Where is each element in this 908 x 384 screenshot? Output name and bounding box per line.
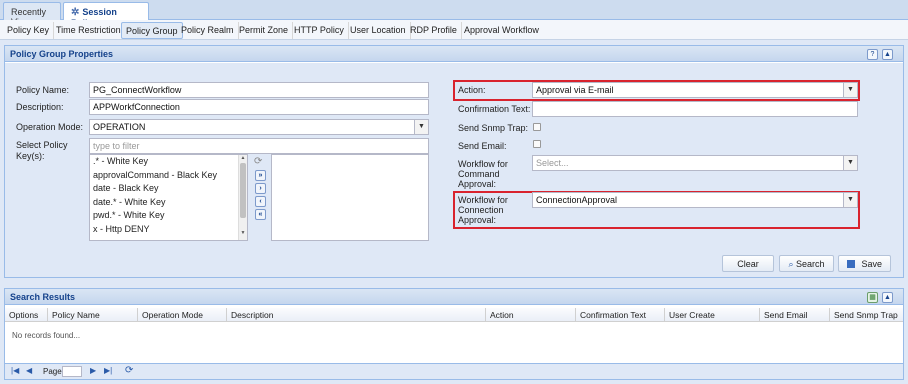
list-item[interactable]: .* - White Key xyxy=(90,155,247,169)
pagination-toolbar: |◀ ◀ Page ▶ ▶| ⟳ xyxy=(5,363,903,379)
subtab-time-restriction[interactable]: Time Restriction xyxy=(52,22,126,39)
search-results-title: Search Results xyxy=(5,289,903,305)
available-keys-list[interactable]: .* - White Key approvalCommand - Black K… xyxy=(89,154,248,241)
policy-subtab-bar: Policy Key Time Restriction Policy Group… xyxy=(0,20,908,40)
collapse-up-icon[interactable]: ▲ xyxy=(882,292,893,303)
description-input[interactable]: APPWorkfConnection xyxy=(89,99,429,115)
first-page-icon[interactable]: |◀ xyxy=(11,366,19,375)
subtab-policy-realm[interactable]: Policy Realm xyxy=(177,22,239,39)
key-filter-input[interactable]: type to filter xyxy=(89,138,429,154)
tab-recently-view[interactable]: Recently View xyxy=(3,2,61,27)
subtab-rdp-profile[interactable]: RDP Profile xyxy=(406,22,462,39)
panel-title: Policy Group Properties xyxy=(5,46,903,62)
policy-name-input[interactable]: PG_ConnectWorkflow xyxy=(89,82,429,98)
chevron-down-icon[interactable]: ▼ xyxy=(843,193,857,207)
column-header-policy-name[interactable]: Policy Name xyxy=(48,308,138,322)
column-header-description[interactable]: Description xyxy=(227,308,486,322)
action-label: Action: xyxy=(458,85,486,95)
column-header-action[interactable]: Action xyxy=(486,308,576,322)
column-header-confirmation-text[interactable]: Confirmation Text xyxy=(576,308,665,322)
page-number-input[interactable] xyxy=(62,366,82,377)
subtab-policy-key[interactable]: Policy Key xyxy=(3,22,55,39)
send-email-checkbox[interactable] xyxy=(533,140,541,148)
action-select[interactable]: Approval via E-mail ▼ xyxy=(532,82,858,98)
subtab-policy-group[interactable]: Policy Group xyxy=(121,22,183,39)
action-value: Approval via E-mail xyxy=(536,85,614,95)
column-header-send-snmp-trap[interactable]: Send Snmp Trap xyxy=(830,308,903,322)
move-all-left-icon[interactable]: « xyxy=(255,209,266,220)
tab-session-policy[interactable]: ✲Session Policy× xyxy=(63,2,149,29)
workflow-connection-label-line3: Approval: xyxy=(458,215,497,225)
select-policy-keys-label-line2: Key(s): xyxy=(16,151,45,161)
confirmation-text-input[interactable] xyxy=(532,101,858,117)
operation-mode-value: OPERATION xyxy=(93,122,146,132)
workflow-connection-label-line1: Workflow for xyxy=(458,195,508,205)
results-grid-header: Options Policy Name Operation Mode Descr… xyxy=(5,308,903,322)
chevron-down-icon[interactable]: ▼ xyxy=(843,83,857,97)
scroll-down-icon[interactable]: ▼ xyxy=(239,230,247,236)
clear-button[interactable]: Clear xyxy=(722,255,774,272)
previous-page-icon[interactable]: ◀ xyxy=(26,366,32,375)
workflow-command-label-line2: Command xyxy=(458,169,500,179)
operation-mode-select[interactable]: OPERATION ▼ xyxy=(89,119,429,135)
refresh-icon[interactable]: ⟳ xyxy=(125,365,133,376)
description-label: Description: xyxy=(16,102,64,112)
chevron-down-icon[interactable]: ▼ xyxy=(843,156,857,170)
top-tab-bar: Recently View ✲Session Policy× xyxy=(0,0,908,29)
move-right-icon[interactable]: › xyxy=(255,183,266,194)
page-label: Page xyxy=(43,367,62,376)
workflow-command-placeholder: Select... xyxy=(536,158,569,168)
save-button-label: Save xyxy=(861,259,883,269)
send-snmp-trap-checkbox[interactable] xyxy=(533,123,541,131)
scroll-thumb[interactable] xyxy=(240,163,246,218)
list-item[interactable]: pwd.* - White Key xyxy=(90,209,247,223)
save-button[interactable]: Save xyxy=(838,255,891,272)
move-all-right-icon[interactable]: » xyxy=(255,170,266,181)
collapse-up-icon[interactable]: ▲ xyxy=(882,49,893,60)
list-scrollbar[interactable]: ▲ ▼ xyxy=(238,155,247,240)
list-item[interactable]: x - Http DENY xyxy=(90,223,247,237)
confirmation-text-label: Confirmation Text: xyxy=(458,104,531,114)
properties-form: Policy Name: PG_ConnectWorkflow Descript… xyxy=(5,63,903,277)
column-header-user-create[interactable]: User Create xyxy=(665,308,760,322)
chevron-down-icon[interactable]: ▼ xyxy=(414,120,428,134)
list-item[interactable]: date.* - White Key xyxy=(90,196,247,210)
last-page-icon[interactable]: ▶| xyxy=(104,366,112,375)
subtab-permit-zone[interactable]: Permit Zone xyxy=(235,22,294,39)
workflow-connection-label-line2: Connection xyxy=(458,205,504,215)
gear-icon: ✲ xyxy=(71,7,80,18)
workflow-command-label-line1: Workflow for xyxy=(458,159,508,169)
search-button[interactable]: ⌕ Search xyxy=(779,255,834,272)
policy-name-label: Policy Name: xyxy=(16,85,70,95)
scroll-up-icon[interactable]: ▲ xyxy=(239,155,247,161)
subtab-approval-workflow[interactable]: Approval Workflow xyxy=(460,22,543,39)
workflow-command-label-line3: Approval: xyxy=(458,179,497,189)
column-header-options[interactable]: Options xyxy=(5,308,48,322)
save-icon xyxy=(846,260,855,268)
workflow-command-select[interactable]: Select... ▼ xyxy=(532,155,858,171)
column-header-send-email[interactable]: Send Email xyxy=(760,308,830,322)
list-item[interactable]: date - Black Key xyxy=(90,182,247,196)
export-excel-icon[interactable]: ▦ xyxy=(867,292,878,303)
send-snmp-trap-label: Send Snmp Trap: xyxy=(458,123,529,133)
selected-keys-list[interactable] xyxy=(271,154,429,241)
move-left-icon[interactable]: ‹ xyxy=(255,196,266,207)
subtab-http-policy[interactable]: HTTP Policy xyxy=(290,22,349,39)
list-item[interactable]: approvalCommand - Black Key xyxy=(90,169,247,183)
column-header-operation-mode[interactable]: Operation Mode xyxy=(138,308,227,322)
refresh-icon[interactable]: ⟳ xyxy=(254,156,262,167)
select-policy-keys-label-line1: Select Policy xyxy=(16,140,68,150)
workflow-connection-select[interactable]: ConnectionApproval ▼ xyxy=(532,192,858,208)
policy-group-properties-panel: Policy Group Properties ? ▲ Policy Name:… xyxy=(4,45,904,278)
send-email-label: Send Email: xyxy=(458,141,507,151)
workflow-connection-value: ConnectionApproval xyxy=(536,195,618,205)
empty-grid-message: No records found... xyxy=(12,331,81,340)
search-button-label: Search xyxy=(796,259,825,269)
next-page-icon[interactable]: ▶ xyxy=(90,366,96,375)
search-icon: ⌕ xyxy=(788,259,794,269)
subtab-user-location[interactable]: User Location xyxy=(346,22,411,39)
help-icon[interactable]: ? xyxy=(867,49,878,60)
operation-mode-label: Operation Mode: xyxy=(16,122,84,132)
search-results-panel: Search Results ▦ ▲ Options Policy Name O… xyxy=(4,288,904,380)
